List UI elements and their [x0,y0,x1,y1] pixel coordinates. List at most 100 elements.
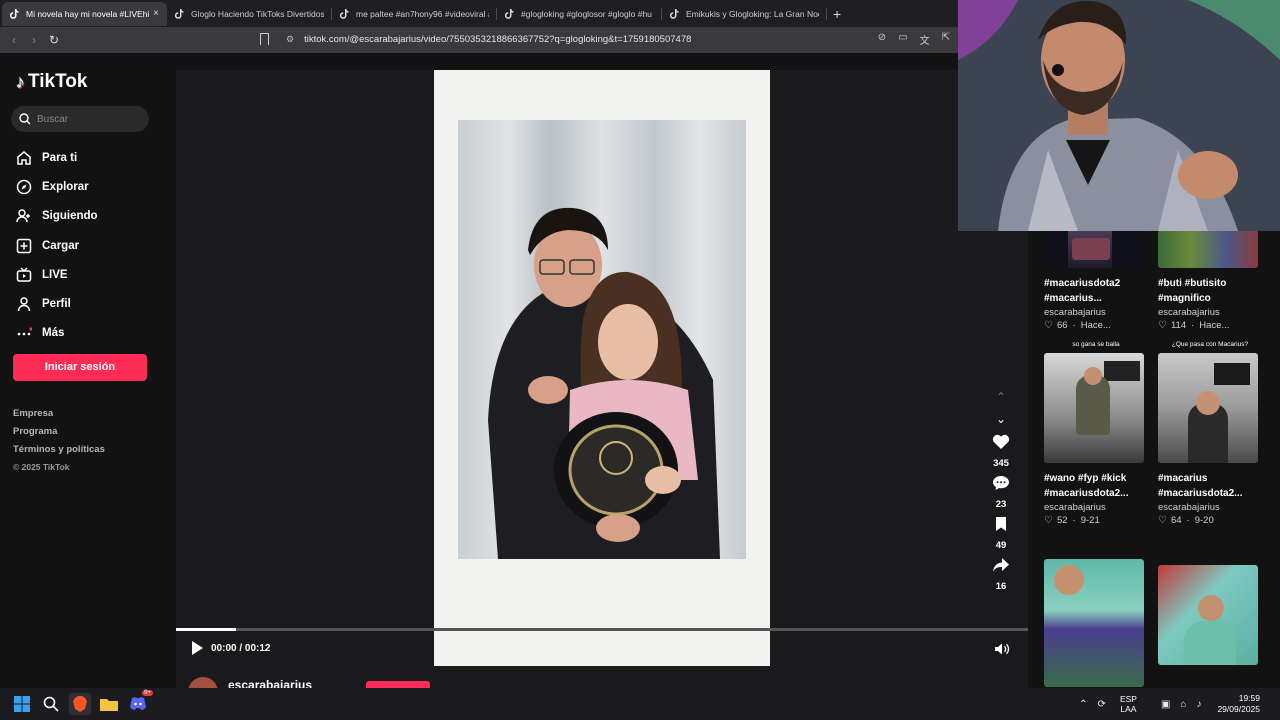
brave-browser-icon[interactable] [69,693,91,715]
time-display: 00:00 / 00:12 [211,642,271,654]
search-icon [19,113,31,125]
tiktok-favicon-icon [505,8,514,19]
video-meta: ♡ 52 · 9-21 [1044,515,1100,526]
video-content-image [458,120,746,559]
search-input[interactable]: Buscar [11,106,149,132]
share-button[interactable]: 16 [988,557,1014,592]
browser-tab[interactable]: Gloglo Haciendo TikToks Divertidos y [167,2,332,26]
video-thumbnail [1158,353,1258,463]
search-icon[interactable] [40,693,62,715]
nav-item-live[interactable]: LIVE [15,260,98,289]
save-button[interactable]: 49 [988,516,1014,551]
like-count: 345 [993,458,1009,469]
tiktok-logo[interactable]: ♪ TikTok [16,71,87,93]
like-button[interactable]: 345 [988,434,1014,469]
nav-label: Explorar [42,180,89,193]
copyright-text: © 2025 TikTok [13,462,70,472]
following-icon [15,207,33,225]
tiktok-favicon-icon [10,8,19,19]
related-video-card[interactable] [1044,559,1148,687]
browser-tab[interactable]: Mi novela hay mi novela #LIVEhi × [2,1,167,26]
player-controls: 00:00 / 00:12 [192,641,271,655]
nav-item-siguiendo[interactable]: Siguiendo [15,202,98,231]
footer-link-terminos[interactable]: Términos y políticas [13,444,105,462]
login-button[interactable]: Iniciar sesión [13,354,147,381]
site-settings-icon[interactable]: ⚙ [286,34,294,45]
footer-links: Empresa Programa Términos y políticas © … [13,408,105,480]
translate-icon[interactable]: 文 [920,32,930,47]
blocked-icon[interactable]: ⊘ [878,32,886,47]
browser-tab-bar: Mi novela hay mi novela #LIVEhi × Gloglo… [0,0,958,27]
chevron-up-icon[interactable]: ⌃ [1079,699,1087,710]
tiktok-favicon-icon [175,8,184,19]
sync-icon[interactable]: ⟳ [1098,699,1106,710]
related-video-card[interactable]: #buti #butisito #magnifico escarabajariu… [1158,230,1262,331]
chevron-up-icon[interactable]: ⌃ [988,390,1014,404]
browser-tab[interactable]: Emikukis y Glogloking: La Gran Noch [662,2,827,26]
play-icon[interactable] [192,641,203,655]
video-thumbnail [1044,559,1144,687]
screen-icon[interactable]: ▣ [1161,699,1170,710]
video-title: #wano #fyp #kick #macariusdota2... [1044,473,1129,499]
footer-link-empresa[interactable]: Empresa [13,408,105,426]
clock[interactable]: 19:59 29/09/2025 [1217,693,1260,715]
browser-tab[interactable]: #glogloking #gloglosor #gloglo #hu [497,2,662,26]
related-videos: #macariusdota2 #macarius... escarabajari… [1028,230,1280,688]
follow-button[interactable] [366,681,430,688]
related-video-card[interactable] [1158,565,1262,665]
forward-icon[interactable]: › [24,33,44,47]
tab-title: Emikukis y Glogloking: La Gran Noch [686,8,819,19]
volume-icon[interactable] [994,642,1010,659]
nav-item-para-ti[interactable]: Para ti [15,143,98,172]
tiktok-favicon-icon [670,8,679,19]
related-video-card[interactable]: ¿Que pasa con Macarius? #macarius #macar… [1158,341,1262,526]
comment-icon [993,476,1009,490]
tab-title: me paltee #an7hony96 #videoviral # [356,8,489,19]
heart-outline-icon: ♡ [1044,320,1053,331]
author-name[interactable]: escarabajarius [228,678,312,688]
video-likes: 52 [1056,515,1068,526]
windows-start-icon[interactable] [11,693,33,715]
live-icon [15,266,33,284]
comment-button[interactable]: 23 [988,475,1014,510]
heart-outline-icon: ♡ [1158,515,1167,526]
nav-item-perfil[interactable]: Perfil [15,289,98,318]
author-avatar[interactable] [188,677,218,688]
bookmark-icon[interactable] [260,33,269,45]
discord-icon[interactable]: 9+ [127,690,153,715]
related-video-card[interactable]: so gana se balla #wano #fyp #kick #macar… [1044,341,1148,526]
nav-label: Siguiendo [42,210,98,223]
reload-icon[interactable]: ↻ [44,33,64,47]
chevron-down-icon[interactable]: ⌄ [988,412,1014,426]
url-field[interactable]: ⚙ tiktok.com/@escarabajarius/video/75503… [286,34,691,45]
new-tab-button[interactable]: + [833,6,841,22]
save-count: 49 [995,540,1007,551]
video-date: 9-20 [1194,515,1214,526]
video-author: escarabajarius [1158,307,1220,318]
footer-link-programa[interactable]: Programa [13,426,105,444]
folder-icon[interactable] [98,693,120,715]
tiktok-sidebar: ♪ TikTok Buscar Para ti Explorar Siguien… [0,53,175,688]
nav-item-explorar[interactable]: Explorar [15,172,98,201]
volume-icon[interactable]: ♪ [1196,699,1201,710]
network-icon[interactable]: ⌂ [1180,699,1186,710]
progress-bar[interactable] [176,628,1028,631]
video-frame[interactable] [434,70,770,666]
clock-date: 29/09/2025 [1217,704,1260,714]
lang-code: ESP [1119,694,1137,704]
video-title: #buti #butisito #magnifico [1158,278,1227,304]
heart-outline-icon: ♡ [1158,320,1167,331]
tab-title: Gloglo Haciendo TikToks Divertidos y [191,8,324,19]
language-indicator[interactable]: ESP LAA [1120,694,1137,714]
reader-icon[interactable]: ▭ [898,32,907,47]
related-video-card[interactable]: #macariusdota2 #macarius... escarabajari… [1044,230,1148,331]
share-icon[interactable]: ⇱ [942,32,950,47]
nav-item-cargar[interactable]: Cargar [15,231,98,260]
sidebar-nav: Para ti Explorar Siguiendo Cargar LIVE P… [15,143,98,348]
back-icon[interactable]: ‹ [4,33,24,47]
video-date: Hace... [1199,320,1230,331]
video-player[interactable]: ⌃ ⌄ 345 23 49 16 00:00 / 00:12 [176,70,1028,688]
nav-item-mas[interactable]: Más [15,319,98,348]
browser-tab[interactable]: me paltee #an7hony96 #videoviral # [332,2,497,26]
close-tab-icon[interactable]: × [153,8,159,19]
